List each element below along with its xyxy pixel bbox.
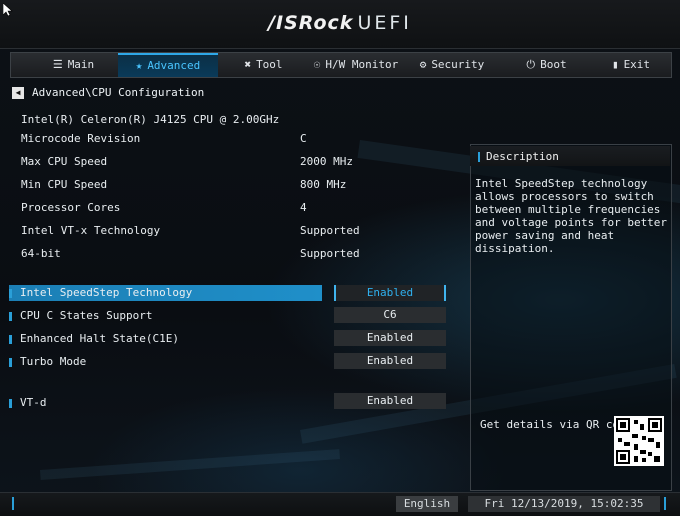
info-value: C — [300, 132, 307, 145]
info-label: Min CPU Speed — [21, 178, 108, 191]
tab-label: Advanced — [147, 59, 201, 72]
tab-boot[interactable]: ⏻ Boot — [499, 53, 594, 77]
power-icon: ⏻ — [526, 58, 536, 71]
info-label: 64-bit — [21, 247, 61, 260]
option-cpu-c-states[interactable]: CPU C States Support — [9, 309, 152, 322]
title-bar: /ISRock UEFI — [0, 0, 680, 49]
star-icon: ★ — [135, 59, 143, 72]
list-icon: ☰ — [52, 58, 63, 71]
tab-label: H/W Monitor — [325, 58, 399, 71]
option-label: Enhanced Halt State(C1E) — [20, 332, 179, 345]
shield-icon: ⚙ — [419, 58, 427, 71]
tab-advanced[interactable]: ★ Advanced — [118, 53, 218, 77]
tab-label: Boot — [540, 58, 567, 71]
option-marker — [9, 311, 12, 321]
description-title: Description — [478, 150, 559, 163]
option-label: Intel SpeedStep Technology — [20, 286, 193, 299]
option-turbo-mode[interactable]: Turbo Mode — [9, 355, 86, 368]
option-label: Turbo Mode — [20, 355, 87, 368]
breadcrumb: ◀ Advanced\CPU Configuration — [12, 86, 204, 99]
option-marker — [9, 334, 12, 344]
footer-marker — [664, 497, 666, 510]
info-label: Max CPU Speed — [21, 155, 108, 168]
info-value: Supported — [300, 247, 360, 260]
tab-security[interactable]: ⚙ Security — [407, 53, 497, 77]
info-label: Processor Cores — [21, 201, 121, 214]
tab-tool[interactable]: ✖ Tool — [221, 53, 306, 77]
language-button[interactable]: English — [396, 496, 458, 512]
tab-label: Exit — [623, 58, 651, 71]
tab-bar: ☰ Main ★ Advanced ✖ Tool ☉ H/W Monitor ⚙ Secu… — [10, 52, 672, 78]
tools-icon: ✖ — [244, 58, 252, 71]
footer-marker — [12, 497, 14, 510]
cpu-model: Intel(R) Celeron(R) J4125 CPU @ 2.00GHz — [21, 113, 280, 126]
tab-hw-monitor[interactable]: ☉ H/W Monitor — [307, 53, 405, 77]
qr-caption: Get details via QR code — [480, 418, 633, 431]
brand-name: /ISRock — [268, 12, 354, 34]
info-value: Supported — [300, 224, 360, 237]
option-value-vt-d[interactable]: Enabled — [334, 393, 446, 409]
info-value: 4 — [300, 201, 307, 214]
option-value-c-states[interactable]: C6 — [334, 307, 446, 323]
option-intel-speedstep[interactable]: Intel SpeedStep Technology — [9, 286, 192, 299]
title-marker — [478, 152, 480, 162]
option-marker — [9, 357, 12, 367]
info-value: 2000 MHz — [300, 155, 353, 168]
tab-label: Security — [431, 58, 485, 71]
brand-logo: /ISRock UEFI — [0, 12, 680, 34]
breadcrumb-text: Advanced\CPU Configuration — [32, 86, 205, 99]
tab-label: Tool — [256, 58, 283, 71]
back-arrow-icon[interactable]: ◀ — [12, 87, 24, 99]
option-value-turbo[interactable]: Enabled — [334, 353, 446, 369]
description-title-text: Description — [486, 150, 559, 163]
info-label: Microcode Revision — [21, 132, 141, 145]
option-vt-d[interactable]: VT-d — [9, 396, 47, 409]
exit-icon: ▮ — [611, 58, 619, 71]
product-name: UEFI — [357, 12, 412, 34]
info-label: Intel VT-x Technology — [21, 224, 161, 237]
option-label: CPU C States Support — [20, 309, 153, 322]
option-marker — [9, 398, 12, 408]
tab-exit[interactable]: ▮ Exit — [596, 53, 666, 77]
description-text: Intel SpeedStep technology allows proces… — [475, 177, 668, 255]
option-value-c1e[interactable]: Enabled — [334, 330, 446, 346]
option-value-speedstep[interactable]: Enabled — [334, 285, 446, 301]
option-label: VT-d — [20, 396, 47, 409]
mouse-cursor-icon — [3, 3, 13, 17]
info-value: 800 MHz — [300, 178, 347, 191]
option-enhanced-halt[interactable]: Enhanced Halt State(C1E) — [9, 332, 179, 345]
monitor-icon: ☉ — [313, 58, 321, 71]
qr-code-icon — [614, 416, 664, 466]
tab-main[interactable]: ☰ Main — [31, 53, 116, 77]
tab-label: Main — [67, 58, 95, 71]
option-marker — [9, 288, 12, 298]
datetime-display: Fri 12/13/2019, 15:02:35 — [468, 496, 660, 512]
